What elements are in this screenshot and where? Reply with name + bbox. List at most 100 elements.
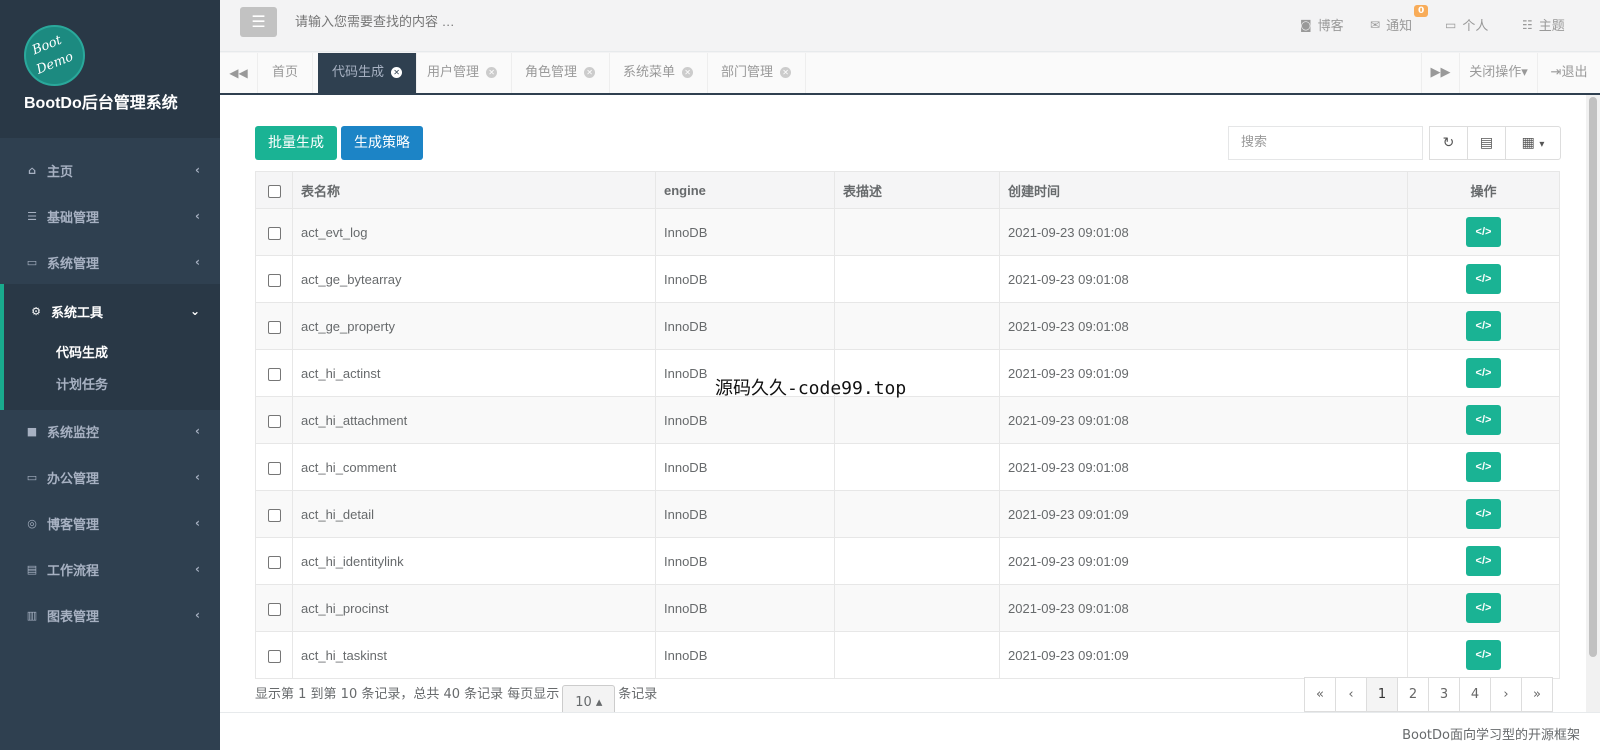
cell-table-name: act_hi_actinst (292, 349, 656, 397)
chevron-left-icon: ‹ (195, 209, 200, 223)
sidebar-item-blog[interactable]: ◎ 博客管理 ‹ (0, 500, 220, 546)
code-icon[interactable]: </> (1466, 640, 1501, 670)
sidebar-item-label: 系统管理 (47, 256, 100, 272)
theme-link[interactable]: ☷ 主题 (1522, 15, 1565, 35)
sidebar-item-label: 博客管理 (47, 517, 100, 533)
scrollbar-thumb[interactable] (1589, 97, 1597, 657)
tab-depts[interactable]: 部门管理 ✕ (707, 53, 807, 93)
sidebar-item-system[interactable]: ▭ 系统管理 ‹ (0, 239, 220, 285)
sidebar-subitem-jobs[interactable]: 计划任务 (56, 374, 108, 393)
row-checkbox[interactable] (267, 367, 281, 381)
code-icon[interactable]: </> (1466, 593, 1501, 623)
blog-link[interactable]: ◙ 博客 (1300, 15, 1344, 35)
table-row[interactable]: act_hi_taskinst InnoDB 2021-09-23 09:01:09… (255, 631, 1560, 679)
code-icon[interactable]: </> (1466, 499, 1501, 529)
sidebar-item-system-tools[interactable]: ⚙ 系统工具 ⌄ (0, 288, 220, 334)
th-icon: ▦ (1521, 135, 1535, 151)
row-checkbox[interactable] (267, 226, 281, 240)
header-created-time[interactable]: 创建时间 (999, 171, 1408, 209)
page-button[interactable]: › (1490, 677, 1522, 712)
table-search-input[interactable]: 搜索 (1228, 126, 1423, 160)
row-checkbox[interactable] (267, 602, 281, 616)
sidebar-subitem-codegen[interactable]: 代码生成 (56, 342, 108, 361)
header-checkbox-cell (255, 171, 293, 209)
page-button[interactable]: ‹ (1335, 677, 1367, 712)
close-icon[interactable]: ✕ (780, 67, 792, 78)
code-icon[interactable]: </> (1466, 264, 1501, 294)
page-button[interactable]: « (1304, 677, 1336, 712)
tab-roles[interactable]: 角色管理 ✕ (511, 53, 611, 93)
table-row[interactable]: act_hi_identitylink InnoDB 2021-09-23 09:0… (255, 537, 1560, 585)
header-description[interactable]: 表描述 (834, 171, 1000, 209)
row-checkbox[interactable] (267, 273, 281, 287)
tab-codegen[interactable]: 代码生成 ✕ (318, 53, 418, 93)
gear-icon: ⚙ (31, 304, 41, 318)
close-icon[interactable]: ✕ (584, 67, 596, 78)
tab-label: 代码生成 (332, 65, 385, 80)
list-alt-icon: ▤ (1479, 135, 1494, 151)
page-button[interactable]: 4 (1459, 677, 1491, 712)
row-checkbox[interactable] (267, 461, 281, 475)
notify-link[interactable]: ✉ 通知 (1370, 15, 1413, 35)
personal-link[interactable]: ▭ 个人 (1445, 15, 1488, 35)
cell-description (834, 255, 1000, 303)
table-row[interactable]: act_hi_procinst InnoDB 2021-09-23 09:01:08… (255, 584, 1560, 632)
page-button[interactable]: 3 (1428, 677, 1460, 712)
tab-users[interactable]: 用户管理 ✕ (413, 53, 513, 93)
page-button[interactable]: 2 (1397, 677, 1429, 712)
row-checkbox-cell (255, 396, 293, 444)
close-icon[interactable]: ✕ (486, 67, 498, 78)
vertical-scrollbar[interactable] (1586, 95, 1600, 712)
batch-generate-button[interactable]: 批量生成 (255, 126, 337, 160)
header-table-name[interactable]: 表名称 (292, 171, 656, 209)
table-row[interactable]: act_ge_property InnoDB 2021-09-23 09:01:08… (255, 302, 1560, 350)
pagination: «‹ 1 2 3 4 ›» (1304, 677, 1553, 712)
code-icon[interactable]: </> (1466, 311, 1501, 341)
page-size-dropdown[interactable]: 10 ▴ (562, 685, 616, 715)
table-row[interactable]: act_hi_detail InnoDB 2021-09-23 09:01:09 </… (255, 490, 1560, 538)
header-engine[interactable]: engine (655, 171, 835, 209)
sidebar-item-basic[interactable]: ☰ 基础管理 ‹ (0, 193, 220, 239)
table-row[interactable]: act_ge_bytearray InnoDB 2021-09-23 09:01:0… (255, 255, 1560, 303)
code-icon[interactable]: </> (1466, 452, 1501, 482)
table-row[interactable]: act_hi_comment InnoDB 2021-09-23 09:01:08 <… (255, 443, 1560, 491)
row-checkbox[interactable] (267, 508, 281, 522)
table-row[interactable]: act_hi_actinst InnoDB 2021-09-23 09:01:09 <… (255, 349, 1560, 397)
row-checkbox[interactable] (267, 414, 281, 428)
page-button[interactable]: 1 (1366, 677, 1398, 712)
tab-home[interactable]: 首页 (258, 53, 314, 93)
refresh-button[interactable]: ↻ (1429, 126, 1468, 160)
sidebar-item-office[interactable]: ▭ 办公管理 ‹ (0, 454, 220, 500)
cell-engine: InnoDB (655, 443, 835, 491)
tab-menus[interactable]: 系统菜单 ✕ (609, 53, 709, 93)
columns-dropdown-button[interactable]: ▦ ▾ (1505, 126, 1561, 160)
sidebar-item-workflow[interactable]: ▤ 工作流程 ‹ (0, 546, 220, 592)
sidebar-item-label: 工作流程 (47, 563, 100, 579)
table-row[interactable]: act_evt_log InnoDB 2021-09-23 09:01:08 </> (255, 208, 1560, 256)
code-icon[interactable]: </> (1466, 546, 1501, 576)
close-ops-dropdown[interactable]: 关闭操作▾ (1459, 53, 1537, 93)
sidebar-item-charts[interactable]: ▥ 图表管理 ‹ (0, 592, 220, 638)
select-all-checkbox[interactable] (267, 184, 281, 198)
table-row[interactable]: act_hi_attachment InnoDB 2021-09-23 09:01:… (255, 396, 1560, 444)
row-checkbox[interactable] (267, 649, 281, 663)
code-icon[interactable]: </> (1466, 358, 1501, 388)
generate-strategy-button[interactable]: 生成策略 (341, 126, 423, 160)
toggle-view-button[interactable]: ▤ (1467, 126, 1506, 160)
row-checkbox[interactable] (267, 555, 281, 569)
close-icon[interactable]: ✕ (391, 67, 403, 78)
tab-scroll-left-button[interactable]: ◀◀ (220, 53, 258, 93)
code-icon[interactable]: </> (1466, 405, 1501, 435)
close-icon[interactable]: ✕ (682, 67, 694, 78)
code-icon[interactable]: </> (1466, 217, 1501, 247)
sidebar-item-home[interactable]: ⌂ 主页 ‹ (0, 147, 220, 193)
sidebar-item-monitor[interactable]: ■ 系统监控 ‹ (0, 408, 220, 454)
row-checkbox[interactable] (267, 320, 281, 334)
tab-scroll-right-button[interactable]: ▶▶ (1421, 53, 1459, 93)
logout-button[interactable]: ⇥退出 (1537, 53, 1600, 93)
page-button[interactable]: » (1521, 677, 1553, 712)
menu-toggle-button[interactable]: ☰ (240, 7, 277, 37)
notify-label: 通知 (1386, 19, 1413, 34)
topbar: ☰ ◙ 博客 ✉ 通知 ▭ 个人 ☷ 主题 (220, 0, 1600, 52)
global-search-input[interactable] (295, 14, 695, 29)
